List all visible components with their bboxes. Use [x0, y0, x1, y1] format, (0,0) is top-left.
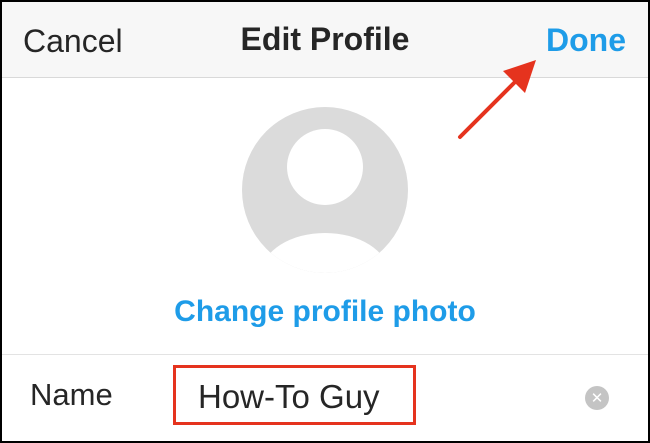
profile-photo[interactable]: [242, 107, 408, 273]
navigation-bar: Cancel Edit Profile Done: [2, 2, 648, 78]
name-label: Name: [30, 377, 113, 412]
change-profile-photo-button[interactable]: Change profile photo: [2, 295, 648, 329]
clear-x-icon[interactable]: ✕: [585, 386, 609, 410]
edit-profile-screen: Cancel Edit Profile Done Change profile …: [2, 2, 648, 441]
default-avatar-icon: [262, 129, 388, 273]
divider: [2, 354, 648, 355]
name-field[interactable]: [173, 365, 416, 425]
done-button[interactable]: Done: [546, 22, 626, 59]
